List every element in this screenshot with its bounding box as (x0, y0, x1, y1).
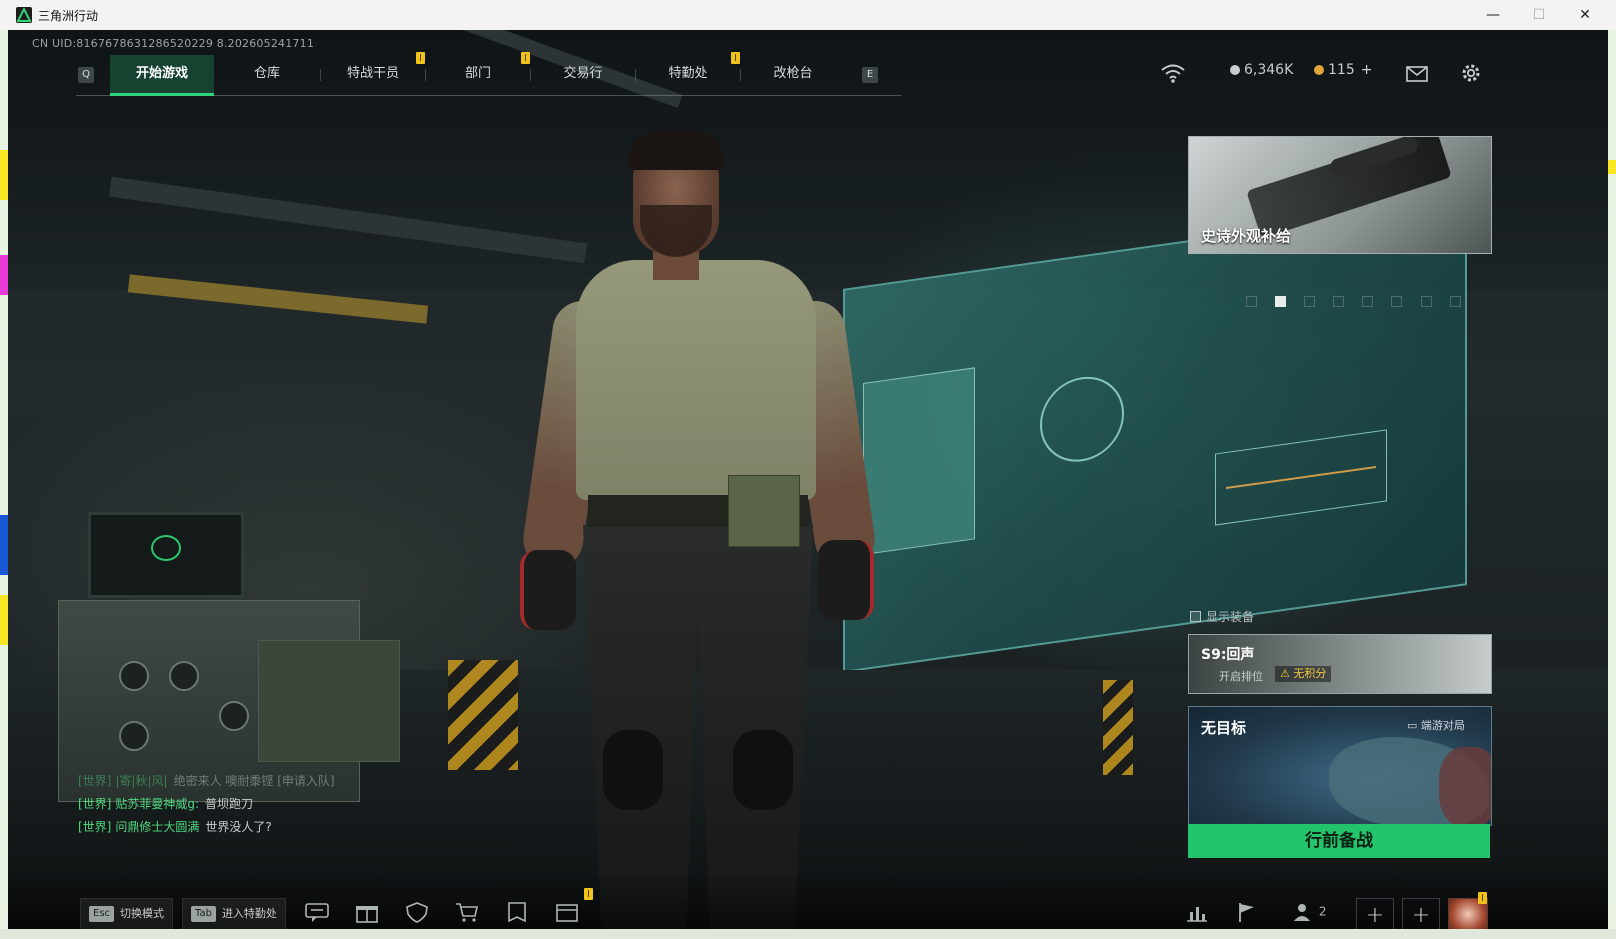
window-title: 三角洲行动 (38, 9, 99, 23)
silver-currency[interactable]: 6,346K (1230, 62, 1293, 86)
prepare-button[interactable]: 行前备战 (1188, 824, 1490, 858)
minimize-button[interactable]: — (1470, 0, 1516, 30)
promo-title: 史诗外观补给 (1201, 227, 1292, 245)
gold-currency[interactable]: 115 + (1314, 62, 1372, 86)
player-uid: CN UID:8167678631286520229 8.20260524171… (32, 37, 315, 50)
tab-gunsmith[interactable]: 改枪台 (741, 55, 845, 93)
tab-market[interactable]: 交易行 (531, 55, 635, 93)
alert-icon (521, 52, 530, 64)
tab-operators[interactable]: 特战干员 (321, 55, 425, 93)
invite-slot-button[interactable]: + (1356, 898, 1394, 929)
calendar-icon[interactable] (554, 901, 580, 925)
gold-amount: 115 (1328, 62, 1355, 78)
squad-count: 2 (1318, 904, 1327, 919)
alert-icon (584, 888, 593, 900)
desktop-edge-right (1608, 30, 1616, 939)
app-logo-icon (16, 7, 32, 23)
world-chat[interactable]: [世界] |寄|秋|风| 绝密来人 噢耐黍铿 [申请入队] [世界] 贴苏菲曼神威g:… (78, 770, 438, 839)
squad-button[interactable]: 2 (1293, 902, 1326, 922)
chat-icon[interactable] (304, 901, 330, 925)
pager-dot[interactable] (1420, 296, 1432, 307)
stats-icon[interactable] (1184, 901, 1210, 925)
desktop-edge-bottom (0, 929, 1616, 939)
chat-message: [世界] |寄|秋|风| 绝密来人 噢耐黍铿 [申请入队] (78, 774, 335, 788)
pager-dot[interactable] (1391, 296, 1403, 307)
season-card[interactable]: S9:回声 开启排位 ⚠ 无积分 (1188, 634, 1492, 694)
pager-dot[interactable] (1304, 296, 1316, 307)
map-title: 无目标 (1201, 719, 1247, 737)
promo-pager (1246, 292, 1474, 307)
friends-icon (1294, 904, 1310, 921)
operator-character[interactable] (519, 130, 888, 929)
mail-icon[interactable] (1406, 66, 1428, 86)
flag-icon[interactable] (1234, 901, 1260, 925)
gift-icon[interactable] (354, 901, 380, 925)
invite-slot-button[interactable]: + (1402, 898, 1440, 929)
pc-match-tag: ▭ 端游对局 (1407, 719, 1465, 732)
checkbox-icon[interactable] (1190, 611, 1201, 622)
hazard-stripe (448, 660, 518, 770)
close-button[interactable]: ✕ (1562, 0, 1608, 30)
maximize-button[interactable]: ☐ (1516, 0, 1562, 30)
ammo-crate (258, 640, 400, 762)
chat-message: [世界] 问鼎修士大圆满 世界没人了? (78, 820, 272, 834)
nav-prev-key[interactable]: Q (78, 67, 94, 83)
map-select-card[interactable]: 无目标 ▭ 端游对局 (1188, 706, 1492, 826)
add-currency-button[interactable]: + (1361, 62, 1373, 78)
season-subtitle: 开启排位 (1219, 670, 1263, 683)
shop-cart-icon[interactable] (454, 901, 480, 925)
battle-pass-icon[interactable] (504, 901, 530, 925)
special-ops-hint[interactable]: Tab 进入特勤处 (182, 898, 286, 929)
pager-dot[interactable] (1449, 296, 1461, 307)
shield-heart-icon[interactable] (404, 901, 430, 925)
pager-dot-active[interactable] (1275, 296, 1287, 307)
alert-icon (1478, 892, 1487, 904)
nav-next-key[interactable]: E (862, 67, 878, 83)
pager-dot[interactable] (1246, 296, 1257, 307)
show-gear-toggle[interactable]: 显示装备 (1190, 608, 1254, 625)
desktop-edge-left (0, 30, 8, 939)
show-gear-label: 显示装备 (1206, 610, 1255, 624)
rifle-illustration (1246, 137, 1452, 239)
season-title: S9:回声 (1201, 647, 1255, 663)
pager-dot[interactable] (1333, 296, 1345, 307)
tab-special-ops[interactable]: 特勤处 (636, 55, 740, 93)
alert-icon (731, 52, 740, 64)
no-points-badge: ⚠ 无积分 (1275, 666, 1332, 682)
bottom-bar: Esc 切换模式 Tab 进入特勤处 2 + + (8, 868, 1608, 929)
chat-message: [世界] 贴苏菲曼神威g: 普坝跑刀 (78, 797, 254, 811)
promo-banner[interactable]: 史诗外观补给 (1188, 136, 1492, 254)
window-titlebar: 三角洲行动 — ☐ ✕ (0, 0, 1616, 31)
tab-department[interactable]: 部门 (426, 55, 530, 93)
hazard-stripe (1103, 680, 1133, 775)
gold-coin-icon (1314, 65, 1324, 75)
terminal-monitor (88, 512, 244, 598)
switch-mode-hint[interactable]: Esc 切换模式 (80, 898, 174, 929)
pager-dot[interactable] (1362, 296, 1374, 307)
silver-amount: 6,346K (1244, 62, 1294, 78)
game-viewport: CN UID:8167678631286520229 8.20260524171… (8, 30, 1608, 929)
tab-start-game[interactable]: 开始游戏 (110, 55, 214, 96)
tab-warehouse[interactable]: 仓库 (215, 55, 319, 93)
wifi-icon (1160, 62, 1186, 88)
alert-icon (416, 52, 425, 64)
main-nav: Q 开始游戏 仓库 特战干员 部门 交易行 特勤处 改枪台 E (76, 52, 902, 96)
gear-icon[interactable] (1460, 62, 1482, 88)
silver-coin-icon (1230, 65, 1240, 75)
